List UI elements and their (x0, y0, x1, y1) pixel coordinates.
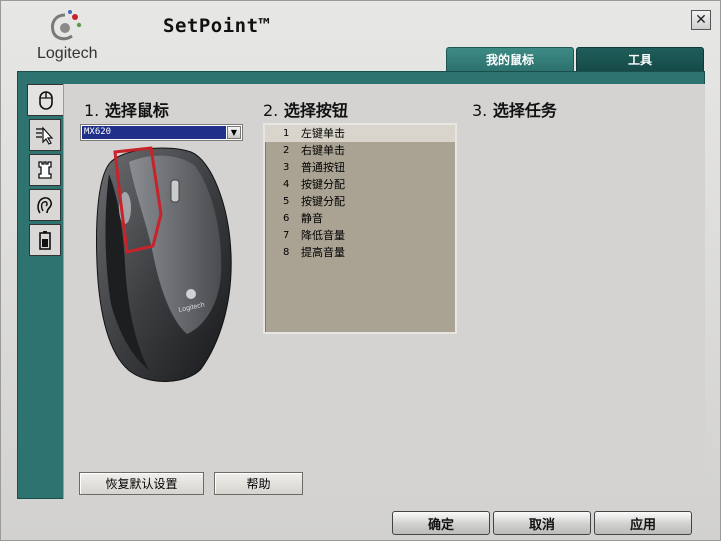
list-item-label: 静音 (301, 212, 323, 225)
close-button[interactable]: ✕ (691, 10, 711, 30)
step2-label: 选择按钮 (283, 101, 348, 120)
list-item-index: 6 (283, 213, 290, 224)
list-item-index: 2 (283, 145, 290, 156)
list-item[interactable]: 1 左键单击 (265, 125, 455, 142)
battery-icon (39, 231, 51, 250)
side-tab-pointer[interactable] (29, 119, 61, 151)
setpoint-window: Logitech SetPoint™ ✕ 我的鼠标 工具 1. 选择鼠标 2. … (0, 0, 721, 541)
side-tab-battery[interactable] (29, 224, 61, 256)
button-list[interactable]: 1 左键单击 2 右键单击 3 普通按钮 4 按键分配 5 按键分配 6 静音 … (263, 123, 457, 334)
list-item[interactable]: 4 按键分配 (265, 176, 455, 193)
tab-tools[interactable]: 工具 (576, 47, 704, 72)
list-item-label: 按键分配 (301, 178, 345, 191)
mouse-image: Logitech (96, 146, 232, 382)
list-item-label: 普通按钮 (301, 161, 345, 174)
step1-heading: 1. 选择鼠标 (84, 97, 169, 121)
cancel-button[interactable]: 取消 (493, 511, 591, 535)
mouse-select-value[interactable]: MX620 (82, 126, 226, 139)
logitech-logo: Logitech (31, 9, 101, 65)
step1-number: 1. (84, 101, 100, 120)
step3-number: 3. (472, 101, 488, 120)
ok-button[interactable]: 确定 (392, 511, 490, 535)
list-item[interactable]: 5 按键分配 (265, 193, 455, 210)
step2-number: 2. (263, 101, 279, 120)
list-item-index: 3 (283, 162, 290, 173)
help-button[interactable]: 帮助 (214, 472, 303, 495)
list-item[interactable]: 6 静音 (265, 210, 455, 227)
close-icon: ✕ (695, 12, 707, 28)
list-item-index: 1 (283, 128, 290, 139)
list-item[interactable]: 8 提高音量 (265, 244, 455, 261)
brand-name: Logitech (37, 45, 98, 62)
side-tab-game[interactable] (29, 154, 61, 186)
ear-sound-icon (37, 197, 52, 214)
apply-button[interactable]: 应用 (594, 511, 692, 535)
app-title: SetPoint™ (163, 15, 271, 37)
step3-heading: 3. 选择任务 (472, 97, 557, 121)
list-item[interactable]: 2 右键单击 (265, 142, 455, 159)
list-item-label: 右键单击 (301, 144, 345, 157)
mouse-icon (38, 91, 53, 110)
list-item-index: 8 (283, 247, 290, 258)
chess-rook-icon (38, 161, 52, 179)
list-item-label: 降低音量 (301, 229, 345, 242)
side-tab-sound[interactable] (29, 189, 61, 221)
list-item-label: 左键单击 (301, 127, 345, 140)
list-item-label: 按键分配 (301, 195, 345, 208)
mouse-select-dropdown[interactable]: MX620 ▼ (80, 124, 243, 141)
list-item[interactable]: 3 普通按钮 (265, 159, 455, 176)
step3-label: 选择任务 (492, 101, 557, 120)
step2-heading: 2. 选择按钮 (263, 97, 348, 121)
restore-defaults-button[interactable]: 恢复默认设置 (79, 472, 204, 495)
chevron-down-icon[interactable]: ▼ (227, 126, 241, 139)
list-item-index: 4 (283, 179, 290, 190)
logitech-swirl-icon (51, 10, 82, 41)
tab-my-mouse[interactable]: 我的鼠标 (446, 47, 574, 72)
list-item-label: 提高音量 (301, 246, 345, 259)
list-item[interactable]: 7 降低音量 (265, 227, 455, 244)
pointer-icon (36, 126, 54, 145)
side-tab-mouse[interactable] (27, 84, 63, 116)
list-item-index: 5 (283, 196, 290, 207)
list-item-index: 7 (283, 230, 290, 241)
step1-label: 选择鼠标 (104, 101, 169, 120)
